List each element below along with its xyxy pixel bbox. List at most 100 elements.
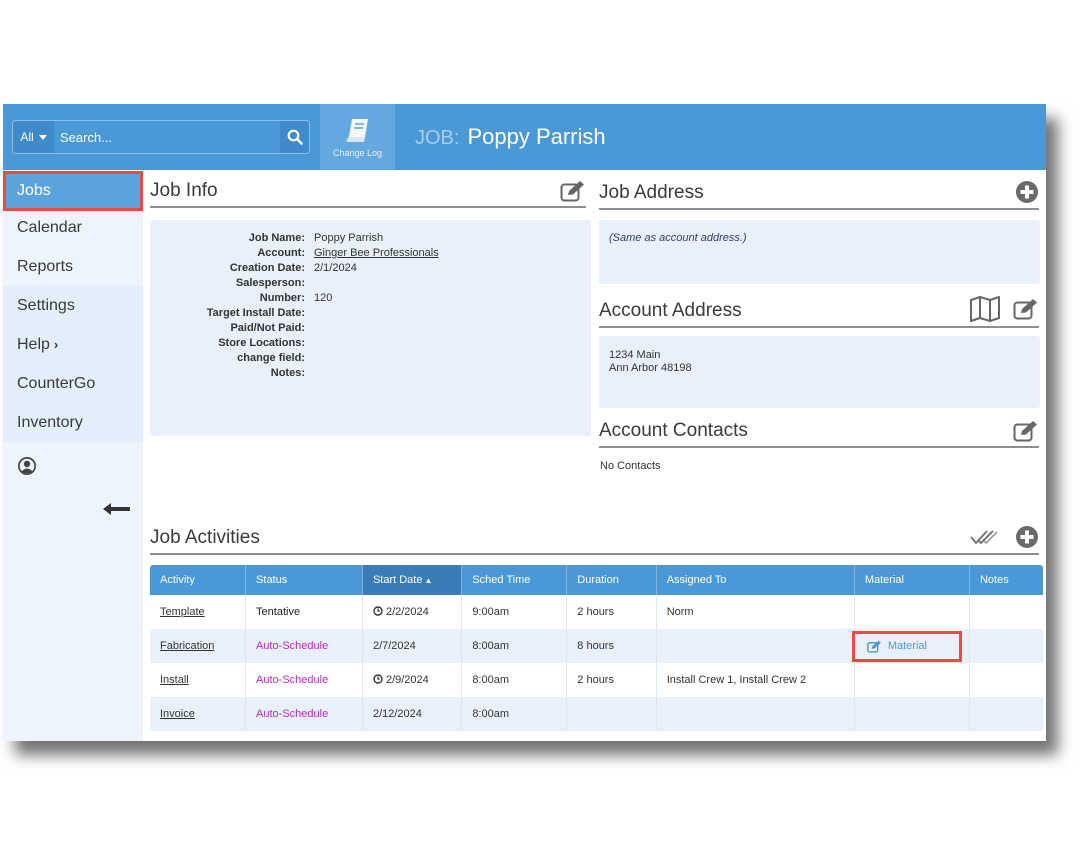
job-activities-title: Job Activities: [150, 527, 260, 548]
status-text[interactable]: Auto-Schedule: [256, 674, 328, 686]
column-header-sched-time[interactable]: Sched Time: [461, 565, 568, 595]
edit-account-contacts-button[interactable]: [1013, 420, 1039, 442]
sidebar-item-inventory[interactable]: Inventory: [3, 403, 143, 442]
search-button[interactable]: [280, 121, 309, 153]
page-title: JOB: Poppy Parrish: [415, 124, 606, 150]
sidebar-item-reports[interactable]: Reports: [3, 247, 143, 286]
cell-start-date: 2/12/2024: [362, 697, 463, 731]
account-address-panel: 1234 Main Ann Arbor 48198: [599, 336, 1040, 408]
cell-sched-time: 8:00am: [461, 629, 568, 663]
edit-job-info-button[interactable]: [560, 180, 586, 202]
cell-duration: [566, 697, 657, 731]
caret-down-icon: [38, 134, 47, 140]
cell-assigned-to: Norm: [656, 595, 855, 629]
column-header-label: Sched Time: [472, 574, 531, 586]
add-job-address-button[interactable]: [1015, 180, 1039, 204]
mark-all-complete-button[interactable]: [969, 528, 999, 546]
cell-notes: [969, 663, 1043, 697]
cell-assigned-to: Install Crew 1, Install Crew 2: [656, 663, 855, 697]
sidebar-item-label: Inventory: [17, 413, 83, 431]
start-date-text: 2/9/2024: [385, 674, 429, 686]
sidebar-item-label: Settings: [17, 296, 75, 314]
cell-activity: Fabrication: [150, 629, 247, 663]
column-header-start-date[interactable]: Start Date ▲: [362, 565, 463, 595]
column-header-activity[interactable]: Activity: [150, 565, 247, 595]
user-profile-button[interactable]: [17, 456, 37, 481]
cell-material: Material: [851, 629, 970, 663]
column-header-status[interactable]: Status: [245, 565, 363, 595]
add-activity-button[interactable]: [1015, 525, 1039, 549]
double-check-icon: [970, 530, 998, 545]
search-bar: All: [12, 120, 310, 154]
material-button[interactable]: Material: [851, 630, 962, 662]
clock-icon: [373, 674, 383, 684]
field-value: [314, 352, 439, 364]
sched-time-text: 8:00am: [472, 640, 510, 652]
search-scope-label: All: [20, 130, 34, 144]
page-title-prefix: JOB:: [415, 127, 460, 149]
column-header-label: Notes: [979, 574, 1009, 586]
search-input[interactable]: [54, 121, 280, 153]
search-icon: [287, 129, 303, 145]
field-label: Notes:: [270, 367, 305, 379]
column-header-material[interactable]: Material: [854, 565, 970, 595]
field-value: [314, 337, 439, 349]
sidebar-item-settings[interactable]: Settings: [3, 286, 143, 325]
activity-link[interactable]: Invoice: [160, 708, 195, 720]
edit-account-address-button[interactable]: [1013, 298, 1039, 320]
table-row: Fabrication Auto-Schedule 2/7/2024 8:00am 8 …: [150, 629, 1043, 663]
sidebar-item-label: CounterGo: [17, 374, 96, 392]
column-header-duration[interactable]: Duration: [566, 565, 657, 595]
assigned-to-text: Norm: [666, 606, 694, 618]
activity-link[interactable]: Template: [160, 606, 205, 618]
collapse-sidebar-button[interactable]: [103, 502, 131, 520]
cell-status: Auto-Schedule: [245, 663, 363, 697]
sidebar-item-calendar[interactable]: Calendar: [3, 208, 143, 247]
column-header-label: Start Date: [372, 574, 423, 586]
change-log-button[interactable]: Change Log: [320, 104, 395, 170]
search-scope-dropdown[interactable]: All: [13, 121, 54, 153]
cell-assigned-to: [656, 697, 855, 731]
app-window: All Change Log JOB: Poppy Parrish Jobs Ca…: [3, 104, 1046, 741]
account-address-title: Account Address: [599, 300, 742, 321]
column-header-label: Status: [256, 574, 288, 586]
sched-time-text: 8:00am: [472, 674, 510, 686]
field-label: Store Locations:: [218, 337, 305, 349]
status-text[interactable]: Tentative: [256, 606, 300, 618]
column-header-assigned-to[interactable]: Assigned To: [656, 565, 855, 595]
activity-link[interactable]: Install: [160, 674, 189, 686]
column-header-notes[interactable]: Notes: [969, 565, 1043, 595]
sidebar-item-countergo[interactable]: CounterGo: [3, 364, 143, 403]
job-address-header: Job Address: [599, 180, 1039, 210]
edit-icon: [867, 640, 881, 653]
field-value: 120: [314, 292, 333, 304]
activity-link[interactable]: Fabrication: [160, 640, 214, 652]
field-label: change field:: [237, 352, 305, 364]
job-info-header: Job Info: [150, 180, 586, 208]
table-row: Install Auto-Schedule 2/9/2024 8:00am 2 hour…: [150, 663, 1043, 697]
start-date-text: 2/12/2024: [372, 708, 422, 720]
account-contacts-title: Account Contacts: [599, 420, 748, 441]
sidebar-item-help[interactable]: Help ›: [3, 325, 143, 364]
map-button[interactable]: [969, 296, 1001, 322]
column-header-label: Assigned To: [666, 574, 727, 586]
status-text[interactable]: Auto-Schedule: [256, 640, 328, 652]
field-label: Target Install Date:: [206, 307, 305, 319]
edit-icon: [1013, 299, 1037, 320]
cell-activity: Install: [150, 663, 247, 697]
arrow-left-icon: [103, 503, 130, 515]
table-row: Invoice Auto-Schedule 2/12/2024 8:00am: [150, 697, 1043, 731]
job-activities-header: Job Activities: [150, 525, 1039, 555]
user-circle-icon: [18, 457, 36, 475]
job-info-title: Job Info: [150, 180, 218, 201]
page-title-text: Poppy Parrish: [467, 124, 606, 149]
activities-table: Activity Status Start Date ▲ Sched Time D…: [150, 565, 1043, 731]
duration-text: 8 hours: [577, 640, 614, 652]
status-text[interactable]: Auto-Schedule: [256, 708, 328, 720]
sidebar-item-jobs[interactable]: Jobs: [3, 171, 143, 211]
field-value: [314, 277, 439, 289]
field-label: Job Name:: [248, 232, 305, 244]
account-contacts-header: Account Contacts: [599, 420, 1039, 448]
change-log-label: Change Log: [332, 147, 383, 158]
account-link[interactable]: Ginger Bee Professionals: [314, 247, 439, 259]
